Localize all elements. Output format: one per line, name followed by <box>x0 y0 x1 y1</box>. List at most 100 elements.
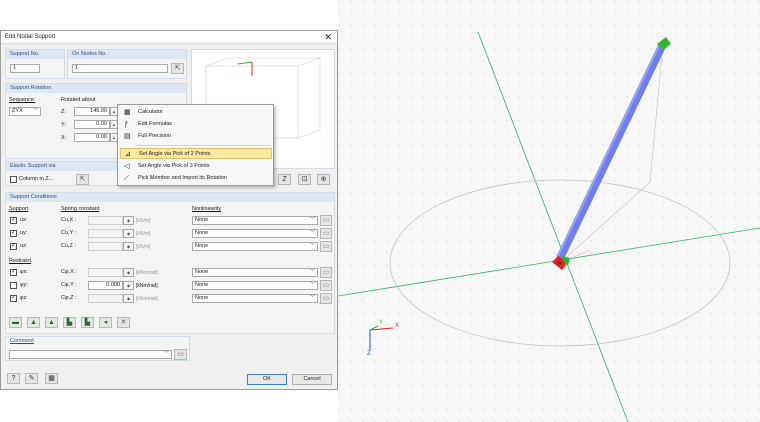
preview-toolbar-button-3[interactable]: ⊕ <box>317 174 330 185</box>
support-uy-checkbox[interactable]: ✓ <box>10 230 17 237</box>
spring-uz-input[interactable] <box>88 242 123 251</box>
spring-ux-label: Cu,X : <box>61 217 77 223</box>
column-settings-button[interactable]: ⇱ <box>76 174 89 185</box>
help-icon[interactable]: ? <box>7 373 20 384</box>
cancel-button[interactable]: Cancel <box>292 374 332 385</box>
spring-uy-input[interactable] <box>88 229 123 238</box>
rotation-x-input[interactable]: 0.00 <box>74 133 110 142</box>
nonlinearity-phix-select[interactable]: None ﹀ <box>192 268 318 277</box>
spring-phiz-label: Cφ,Z : <box>61 295 77 301</box>
support-type-hinged-roller-button[interactable]: ▲ <box>45 317 58 328</box>
spring-uy-spinner[interactable]: ◆ <box>123 229 134 238</box>
triad-x-label: X <box>395 323 400 329</box>
menu-item-edit-formulas[interactable]: ƒ Edit Formulas <box>120 119 272 130</box>
nonlinearity-uy-select[interactable]: None ﹀ <box>192 229 318 238</box>
ok-button[interactable]: OK <box>247 374 287 385</box>
pick-member-icon: ⟋ <box>124 175 129 182</box>
support-row-uz: ✓ uz: Cu,Z : ◆ [kN/m] None ﹀ ▭ <box>6 241 336 252</box>
node-point[interactable] <box>558 261 562 265</box>
preview-toolbar-button-1[interactable]: Z <box>278 174 291 185</box>
nonlinearity-ux-edit-button[interactable]: ▭ <box>320 215 332 226</box>
nonlinearity-column-header: Nonlinearity <box>192 206 222 212</box>
model-viewport[interactable]: X Y Z <box>338 0 760 422</box>
nonlinearity-uz-value: None <box>195 243 209 249</box>
rotated-about-label: Rotated about <box>61 97 96 103</box>
spring-phix-spinner[interactable]: ◆ <box>123 268 134 277</box>
nonlinearity-phix-edit-button[interactable]: ▭ <box>320 267 332 278</box>
spring-ux-spinner[interactable]: ◆ <box>123 216 134 225</box>
support-type-free-button[interactable]: ▬ <box>9 317 22 328</box>
edit-nodal-support-dialog: Edit Nodal Support ✕ Support No. 1 On No… <box>0 30 338 390</box>
restraint-phix-checkbox[interactable]: ✓ <box>10 269 17 276</box>
chevron-down-icon: ﹀ <box>309 295 315 301</box>
support-row-ux: ✓ ux: Cu,X : ◆ [kN/m] None ﹀ ▭ <box>6 215 336 226</box>
nonlinearity-uy-value: None <box>195 230 209 236</box>
spring-phiy-label: Cφ,Y : <box>61 282 77 288</box>
pick-2-points-icon: ⊿ <box>125 151 131 158</box>
spring-phiy-unit: [kNm/rad] <box>136 283 158 289</box>
comment-input[interactable]: ﹀ <box>9 350 172 359</box>
calculator-icon: ▦ <box>124 109 131 116</box>
spring-phiz-input[interactable] <box>88 294 123 303</box>
support-uy-label: uy: <box>20 230 28 236</box>
nonlinearity-uz-select[interactable]: None ﹀ <box>192 242 318 251</box>
rotation-y-input[interactable]: 0.00 <box>74 120 110 129</box>
spring-phix-input[interactable] <box>88 268 123 277</box>
z-label: Z: <box>61 109 66 115</box>
support-type-hinged-button[interactable]: ▲ <box>27 317 40 328</box>
on-nodes-label: On Nodes No. <box>68 50 186 59</box>
chevron-down-icon: ﹀ <box>309 230 315 236</box>
table-icon[interactable]: ▦ <box>45 373 58 384</box>
menu-item-calculator[interactable]: ▦ Calculator <box>120 107 272 118</box>
comment-browse-button[interactable]: ▭ <box>174 349 187 360</box>
menu-item-pick-member[interactable]: ⟋ Pick Member and Import its Rotation <box>120 173 272 184</box>
menu-item-pick-3-points[interactable]: ◁ Set Angle via Pick of 3 Points <box>120 161 272 172</box>
nonlinearity-ux-select[interactable]: None ﹀ <box>192 216 318 225</box>
support-ux-label: ux: <box>20 217 28 223</box>
column-checkbox[interactable] <box>10 176 17 183</box>
menu-separator <box>135 145 270 146</box>
spring-uy-unit: [kN/m] <box>136 231 151 237</box>
support-no-field[interactable]: 1 <box>10 64 40 73</box>
spring-uz-unit: [kN/m] <box>136 244 151 250</box>
spring-phiy-spinner[interactable]: ◆ <box>123 281 134 290</box>
precision-icon: ▤ <box>124 133 131 140</box>
support-type-fixed-roller-button[interactable]: ▙ <box>81 317 94 328</box>
spring-phiz-spinner[interactable]: ◆ <box>123 294 134 303</box>
pick-nodes-button[interactable]: ⇱ <box>171 63 184 74</box>
nonlinearity-ux-value: None <box>195 217 209 223</box>
on-nodes-field[interactable]: 1 <box>72 64 168 73</box>
spring-phiy-input[interactable]: 0.000 <box>88 281 123 290</box>
nonlinearity-phiz-select[interactable]: None ﹀ <box>192 294 318 303</box>
spring-ux-input[interactable] <box>88 216 123 225</box>
menu-item-pick-2-points[interactable]: ⊿ Set Angle via Pick of 2 Points <box>120 148 272 159</box>
restraint-phiy-checkbox[interactable] <box>10 282 17 289</box>
close-icon[interactable]: ✕ <box>324 32 332 43</box>
support-type-fixed-button[interactable]: ▙ <box>63 317 76 328</box>
y-label: Y: <box>61 122 66 128</box>
support-uz-checkbox[interactable]: ✓ <box>10 243 17 250</box>
dialog-title: Edit Nodal Support <box>5 34 56 40</box>
triad-y-label: Y <box>379 320 384 326</box>
sequence-select[interactable]: ZYX ﹀ <box>9 107 41 116</box>
spring-uz-spinner[interactable]: ◆ <box>123 242 134 251</box>
chevron-down-icon: ﹀ <box>32 108 38 114</box>
model-scene <box>338 0 760 422</box>
nonlinearity-uz-edit-button[interactable]: ▭ <box>320 241 332 252</box>
support-type-custom-button[interactable]: ✕ <box>117 317 130 328</box>
nonlinearity-phiy-select[interactable]: None ﹀ <box>192 281 318 290</box>
rotation-context-menu: ▦ Calculator ƒ Edit Formulas ▤ Full Precisi… <box>117 104 274 186</box>
preview-toolbar-button-2[interactable]: ⊡ <box>298 174 311 185</box>
edit-icon[interactable]: ✎ <box>25 373 38 384</box>
support-rotation-header: Support Rotation <box>6 84 186 93</box>
support-type-sliding-button[interactable]: ◂ <box>99 317 112 328</box>
nonlinearity-phiy-edit-button[interactable]: ▭ <box>320 280 332 291</box>
nonlinearity-uy-edit-button[interactable]: ▭ <box>320 228 332 239</box>
restraint-phiz-checkbox[interactable]: ✓ <box>10 295 17 302</box>
support-conditions-group: Support Conditions Support Spring consta… <box>5 192 335 334</box>
support-ux-checkbox[interactable]: ✓ <box>10 217 17 224</box>
nonlinearity-phiz-edit-button[interactable]: ▭ <box>320 293 332 304</box>
menu-item-full-precision[interactable]: ▤ Full Precision <box>120 131 272 142</box>
rotation-z-input[interactable]: 145.00 <box>74 107 110 116</box>
restraint-phiz-label: φz: <box>20 295 28 301</box>
